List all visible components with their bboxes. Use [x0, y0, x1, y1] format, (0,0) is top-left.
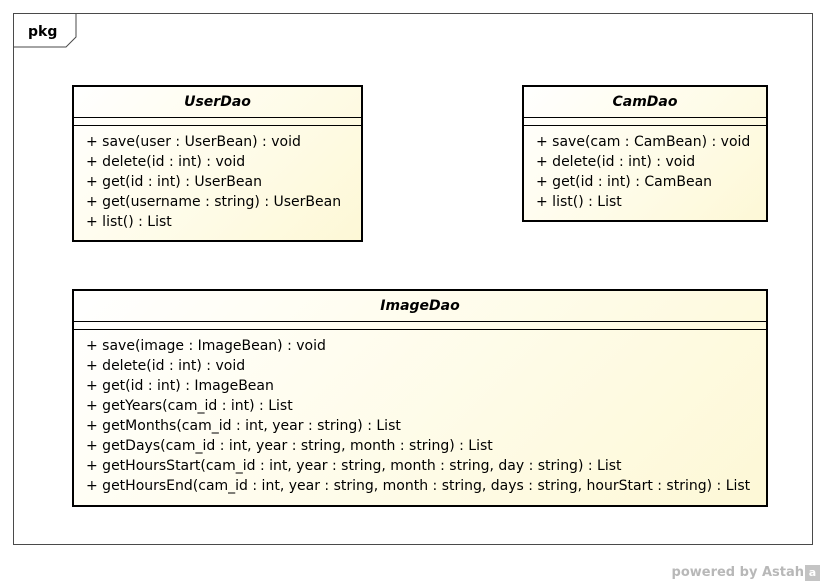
- attributes-compartment: [74, 322, 766, 330]
- operation: + getHoursEnd(cam_id : int, year : strin…: [86, 478, 751, 494]
- operation: + get(id : int) : ImageBean: [86, 378, 274, 394]
- operation: + delete(id : int) : void: [86, 358, 246, 374]
- astah-watermark: powered by Astah: [671, 565, 804, 580]
- operation: + getMonths(cam_id : int, year : string)…: [86, 418, 401, 434]
- operation: + save(image : ImageBean) : void: [86, 338, 326, 354]
- operation: + get(id : int) : CamBean: [536, 174, 713, 190]
- operation: + delete(id : int) : void: [86, 154, 246, 170]
- class-camdao[interactable]: CamDao + save(cam : CamBean) : void + de…: [522, 85, 768, 222]
- operation: + getYears(cam_id : int) : List: [86, 398, 293, 414]
- operations-compartment: + save(cam : CamBean) : void + delete(id…: [524, 126, 766, 212]
- operation: + list() : List: [536, 194, 622, 210]
- operations-compartment: + save(user : UserBean) : void + delete(…: [74, 126, 361, 232]
- operation: + getDays(cam_id : int, year : string, m…: [86, 438, 493, 454]
- class-userdao[interactable]: UserDao + save(user : UserBean) : void +…: [72, 85, 363, 242]
- operation: + get(id : int) : UserBean: [86, 174, 262, 190]
- attributes-compartment: [524, 118, 766, 126]
- operation: + get(username : string) : UserBean: [86, 194, 342, 210]
- operation: + delete(id : int) : void: [536, 154, 696, 170]
- package-label: pkg: [28, 24, 58, 40]
- operation: + save(cam : CamBean) : void: [536, 134, 751, 150]
- attributes-compartment: [74, 118, 361, 126]
- class-name: ImageDao: [74, 291, 766, 322]
- operation: + save(user : UserBean) : void: [86, 134, 301, 150]
- class-imagedao[interactable]: ImageDao + save(image : ImageBean) : voi…: [72, 289, 768, 507]
- class-name: CamDao: [524, 87, 766, 118]
- operation: + list() : List: [86, 214, 172, 230]
- operation: + getHoursStart(cam_id : int, year : str…: [86, 458, 622, 474]
- astah-logo-icon: a: [805, 565, 820, 581]
- operations-compartment: + save(image : ImageBean) : void + delet…: [74, 330, 766, 496]
- class-name: UserDao: [74, 87, 361, 118]
